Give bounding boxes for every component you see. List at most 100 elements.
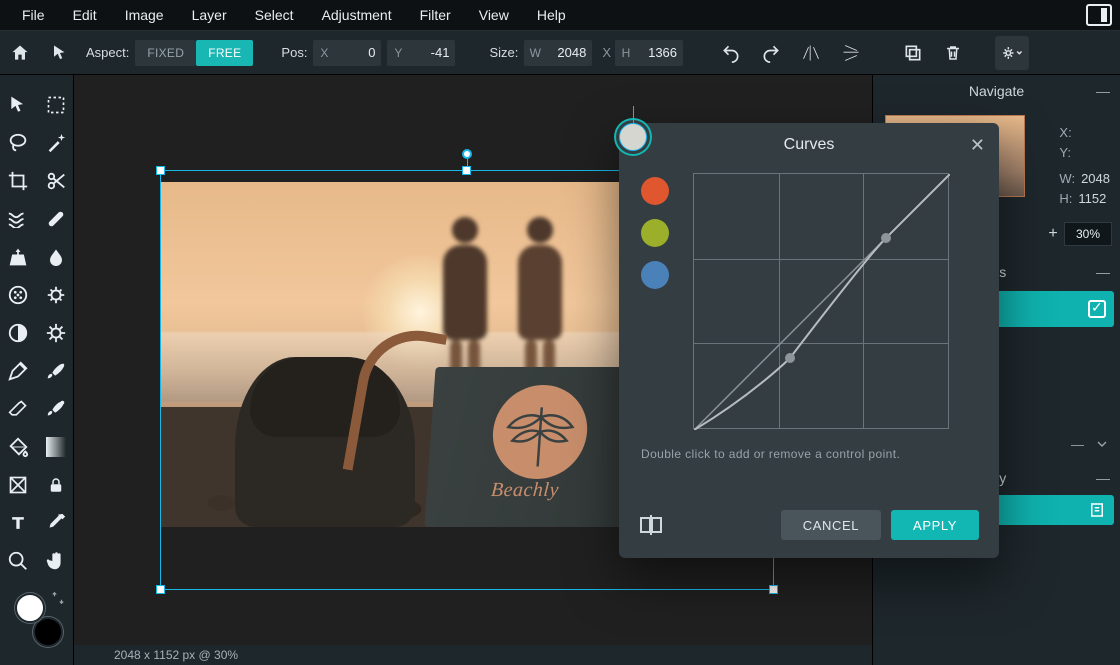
size-w-input[interactable] xyxy=(546,44,592,61)
zoom-value[interactable]: 30% xyxy=(1064,222,1112,246)
text-tool-icon[interactable] xyxy=(6,511,30,535)
curves-dialog: Curves ✕ Double click to add or remove a… xyxy=(619,123,999,558)
arrow-tool-icon[interactable] xyxy=(6,93,30,117)
curves-title: Curves xyxy=(784,136,835,154)
menu-select[interactable]: Select xyxy=(241,1,308,29)
channel-red[interactable] xyxy=(641,177,669,205)
lock-tool-icon[interactable] xyxy=(44,473,68,497)
channel-green[interactable] xyxy=(641,219,669,247)
size-h-field[interactable]: H xyxy=(615,40,683,66)
navigator-coords: X: Y: W:2048 H:1152 xyxy=(1059,123,1110,209)
curves-graph[interactable] xyxy=(693,173,949,429)
heal-tool-icon[interactable] xyxy=(44,207,68,231)
pos-x-tag: X xyxy=(313,46,335,60)
curves-channels xyxy=(641,177,669,429)
color-swatches[interactable] xyxy=(15,593,59,637)
rotate-handle[interactable] xyxy=(462,149,472,159)
channel-rgb[interactable] xyxy=(619,123,647,151)
pos-label: Pos: xyxy=(281,45,307,60)
dodge-tool-icon[interactable] xyxy=(6,321,30,345)
disperse-tool-icon[interactable] xyxy=(6,283,30,307)
channel-blue[interactable] xyxy=(641,261,669,289)
apply-button[interactable]: APPLY xyxy=(891,510,979,540)
size-w-field[interactable]: W xyxy=(524,40,592,66)
aspect-fixed-button[interactable]: FIXED xyxy=(135,40,196,66)
smudge-tool-icon[interactable] xyxy=(44,397,68,421)
liquify-tool-icon[interactable] xyxy=(6,207,30,231)
marquee-tool-icon[interactable] xyxy=(44,93,68,117)
pos-y-tag: Y xyxy=(387,46,409,60)
pos-y-field[interactable]: Y xyxy=(387,40,455,66)
aspect-label: Aspect: xyxy=(86,45,129,60)
minimize-icon[interactable]: — xyxy=(1096,264,1110,280)
undo-icon[interactable] xyxy=(711,30,751,75)
curves-hint: Double click to add or remove a control … xyxy=(641,447,999,461)
size-label: Size: xyxy=(489,45,518,60)
pen-tool-icon[interactable] xyxy=(6,359,30,383)
swap-colors-icon[interactable] xyxy=(51,591,65,605)
settings-dropdown[interactable] xyxy=(995,36,1029,70)
minimize-icon[interactable]: — xyxy=(1096,84,1110,98)
toggle-panels-icon[interactable] xyxy=(1086,4,1112,26)
foreground-color-swatch[interactable] xyxy=(15,593,45,623)
aspect-free-button[interactable]: FREE xyxy=(196,40,253,66)
delete-icon[interactable] xyxy=(933,30,973,75)
pos-y-input[interactable] xyxy=(409,44,455,61)
menu-adjustment[interactable]: Adjustment xyxy=(308,1,406,29)
redo-icon[interactable] xyxy=(751,30,791,75)
menu-filter[interactable]: Filter xyxy=(406,1,465,29)
pos-x-field[interactable]: X xyxy=(313,40,381,66)
arrow-tool-icon[interactable] xyxy=(40,30,80,75)
cancel-button[interactable]: CANCEL xyxy=(781,510,881,540)
status-bar: 2048 x 1152 px @ 30% xyxy=(74,645,872,665)
duplicate-icon[interactable] xyxy=(893,30,933,75)
curves-titlebar[interactable]: Curves ✕ xyxy=(619,123,999,167)
shape-tool-icon[interactable] xyxy=(6,473,30,497)
fill-tool-icon[interactable] xyxy=(6,435,30,459)
wand-tool-icon[interactable] xyxy=(44,131,68,155)
minus-icon[interactable]: — xyxy=(1071,437,1084,452)
home-icon[interactable] xyxy=(0,30,40,75)
crop-tool-icon[interactable] xyxy=(6,169,30,193)
brush-tool-icon[interactable] xyxy=(44,359,68,383)
tool-panel xyxy=(0,75,74,665)
layer-visibility-checkbox[interactable] xyxy=(1088,300,1106,318)
blur-tool-icon[interactable] xyxy=(44,245,68,269)
picker-tool-icon[interactable] xyxy=(44,511,68,535)
clone-tool-icon[interactable] xyxy=(6,245,30,269)
minimize-icon[interactable]: — xyxy=(1096,470,1110,486)
close-icon[interactable]: ✕ xyxy=(970,135,985,156)
size-h-input[interactable] xyxy=(637,44,683,61)
background-color-swatch[interactable] xyxy=(33,617,63,647)
size-w-tag: W xyxy=(524,46,546,60)
curve-point-1[interactable] xyxy=(785,353,795,363)
zoom-in-icon[interactable]: + xyxy=(1042,225,1064,243)
menu-file[interactable]: File xyxy=(8,1,59,29)
menu-edit[interactable]: Edit xyxy=(59,1,111,29)
chevron-down-icon[interactable] xyxy=(1094,436,1110,452)
sharpen-tool-icon[interactable] xyxy=(44,321,68,345)
curve-point-2[interactable] xyxy=(881,233,891,243)
handle-bottom-left[interactable] xyxy=(156,585,165,594)
menu-help[interactable]: Help xyxy=(523,1,580,29)
cutout-tool-icon[interactable] xyxy=(44,169,68,193)
compare-icon[interactable] xyxy=(639,514,663,536)
handle-bottom-right[interactable] xyxy=(769,585,778,594)
handle-top-middle[interactable] xyxy=(462,166,471,175)
flip-vertical-icon[interactable] xyxy=(831,30,871,75)
handle-top-left[interactable] xyxy=(156,166,165,175)
hand-tool-icon[interactable] xyxy=(44,549,68,573)
menu-bar: File Edit Image Layer Select Adjustment … xyxy=(0,0,1120,30)
zoom-tool-icon[interactable] xyxy=(6,549,30,573)
gradient-tool-icon[interactable] xyxy=(44,435,68,459)
pos-x-input[interactable] xyxy=(335,44,381,61)
eraser-tool-icon[interactable] xyxy=(6,397,30,421)
menu-layer[interactable]: Layer xyxy=(178,1,241,29)
lasso-tool-icon[interactable] xyxy=(6,131,30,155)
menu-image[interactable]: Image xyxy=(111,1,178,29)
flip-horizontal-icon[interactable] xyxy=(791,30,831,75)
sponge-tool-icon[interactable] xyxy=(44,283,68,307)
menu-view[interactable]: View xyxy=(465,1,523,29)
options-bar: Aspect: FIXED FREE Pos: X Y Size: W X H xyxy=(0,30,1120,75)
navigate-panel-header[interactable]: Navigate — xyxy=(873,75,1120,107)
